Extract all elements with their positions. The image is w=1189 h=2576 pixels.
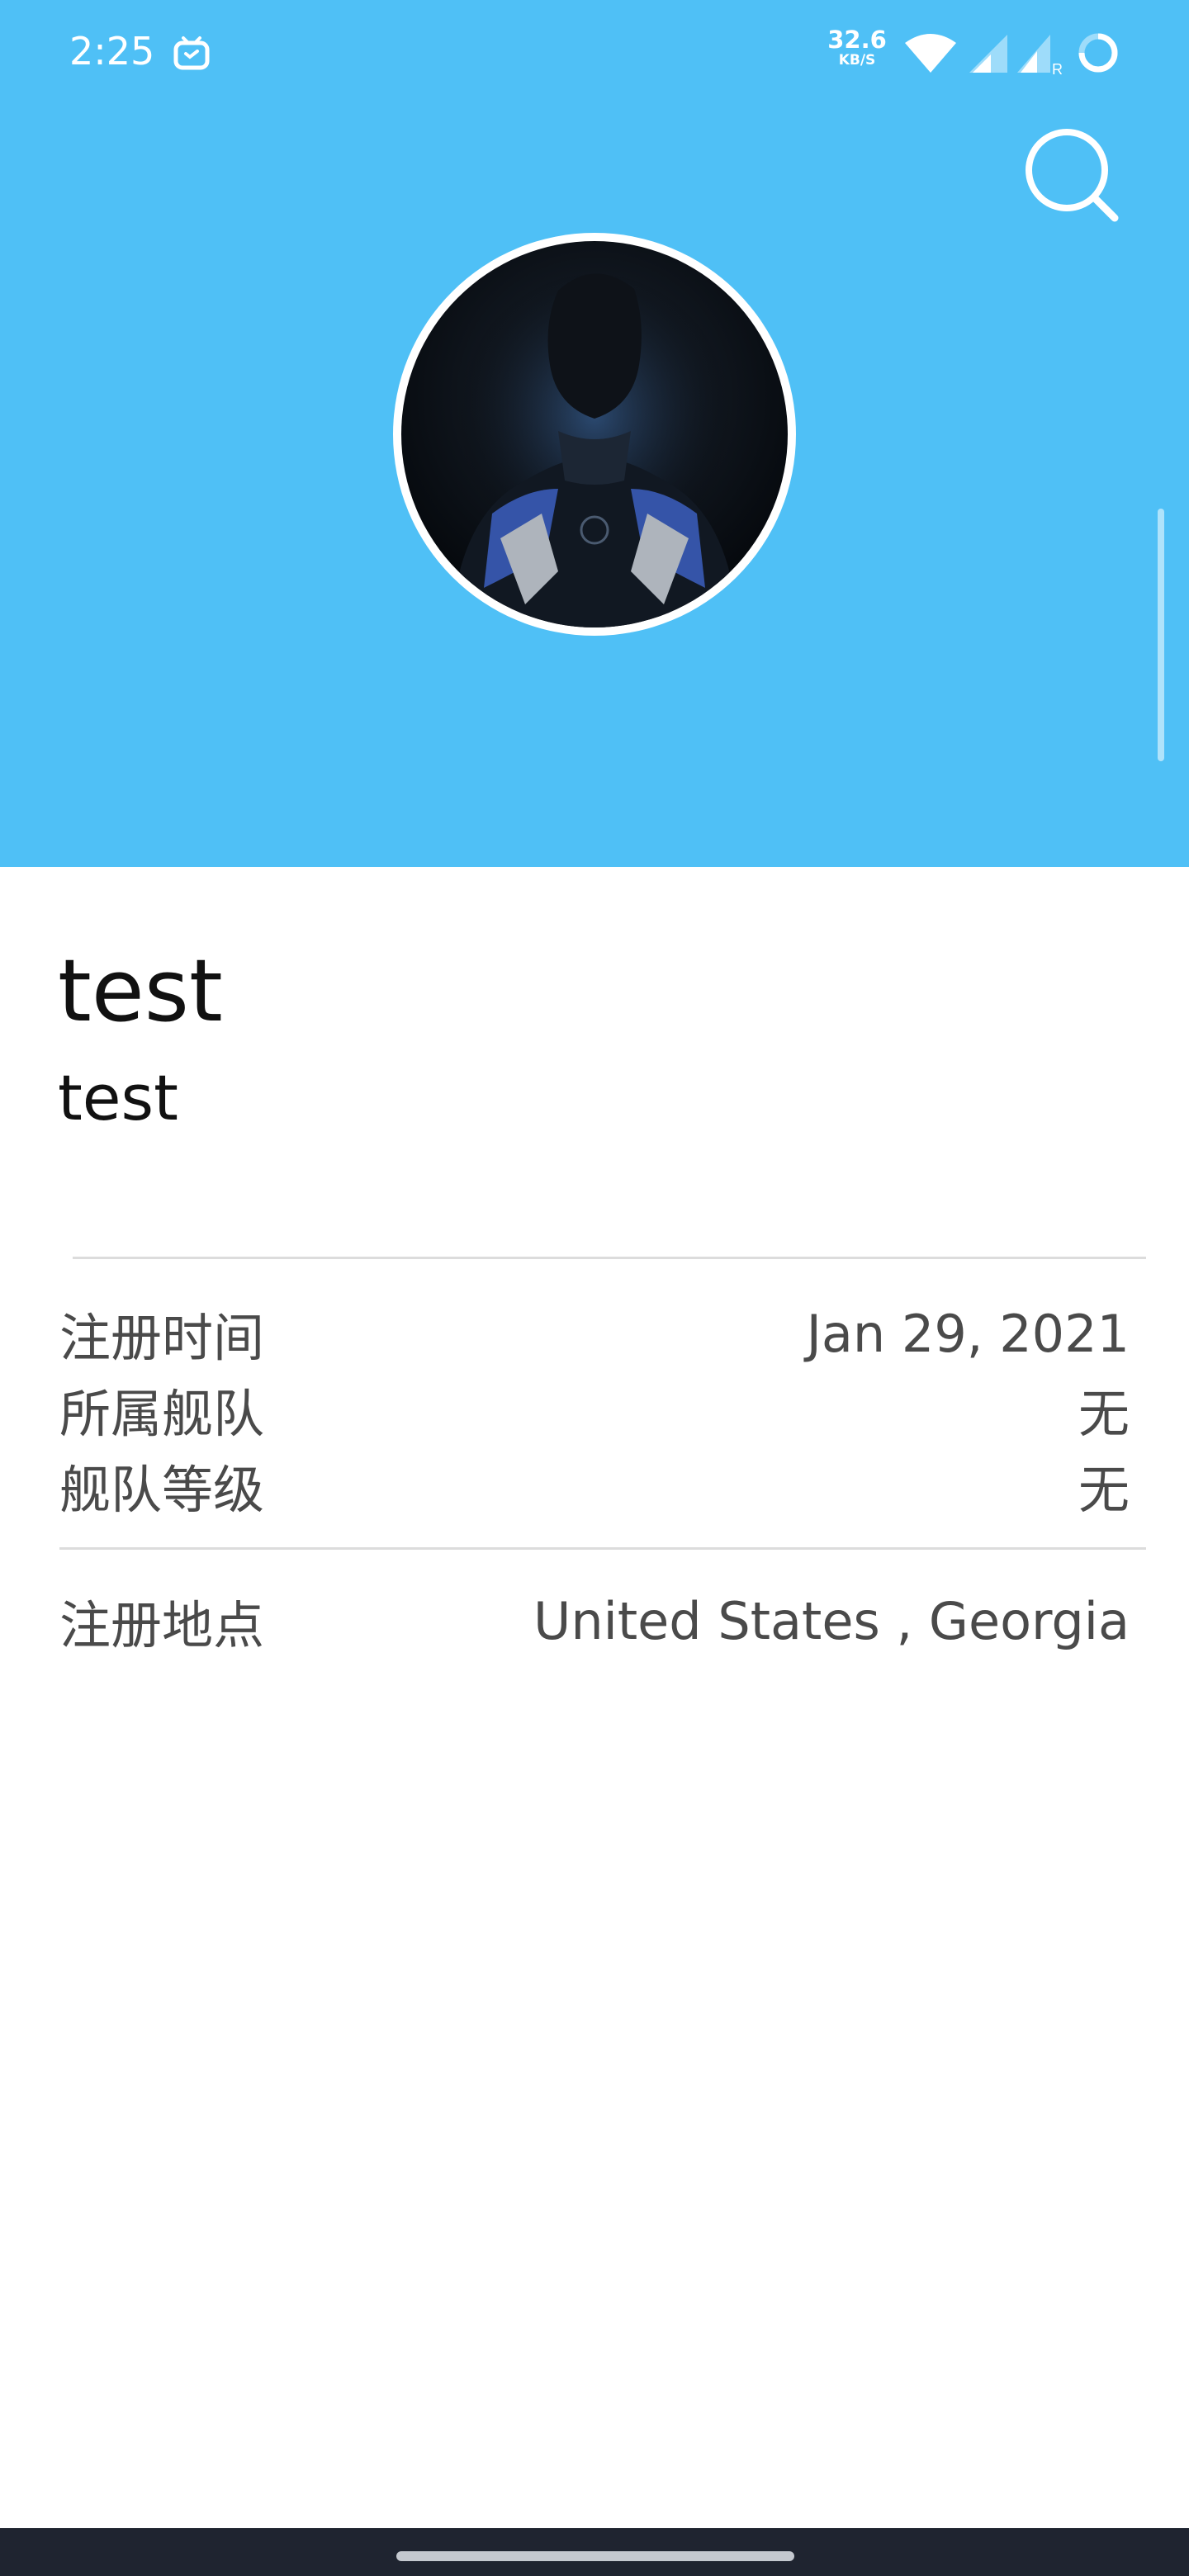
info-row-fleet-level: 舰队等级 无: [59, 1448, 1130, 1522]
divider: [73, 1257, 1146, 1259]
info-value: 无: [1078, 1460, 1130, 1520]
info-row-fleet: 所属舰队 无: [59, 1372, 1130, 1447]
network-speed-value: 32.6: [827, 26, 887, 54]
profile-header: 2:25 32.6 KB/S R: [0, 0, 1189, 867]
username: test: [58, 1061, 178, 1134]
avatar[interactable]: [393, 233, 796, 636]
cell-signal-roaming-icon: R: [1017, 35, 1062, 76]
loading-spinner-icon: [1078, 33, 1118, 73]
profile-avatar-image: [401, 241, 788, 627]
info-value: 无: [1078, 1384, 1130, 1444]
info-label: 舰队等级: [59, 1460, 265, 1520]
info-row-register-location: 注册地点 United States , Georgia: [59, 1584, 1130, 1658]
status-bar: 2:25 32.6 KB/S R: [0, 0, 1189, 106]
search-icon[interactable]: [1017, 121, 1125, 228]
home-gesture-handle[interactable]: [396, 2551, 794, 2561]
network-speed: 32.6 KB/S: [826, 28, 888, 68]
cell-signal-icon: [969, 35, 1007, 73]
info-label: 注册地点: [59, 1595, 265, 1655]
scrollbar-thumb[interactable]: [1158, 509, 1164, 761]
info-label: 注册时间: [59, 1308, 265, 1368]
network-speed-unit: KB/S: [838, 52, 876, 69]
svg-text:R: R: [1052, 61, 1062, 76]
info-label: 所属舰队: [59, 1384, 265, 1444]
wifi-icon: [905, 34, 956, 73]
info-row-register-time: 注册时间 Jan 29, 2021: [59, 1296, 1130, 1371]
info-value: United States , Georgia: [533, 1590, 1130, 1651]
divider: [59, 1547, 1146, 1550]
info-value: Jan 29, 2021: [806, 1303, 1130, 1364]
status-time: 2:25: [69, 29, 155, 73]
tv-icon: [173, 36, 210, 70]
display-name: test: [58, 940, 223, 1041]
